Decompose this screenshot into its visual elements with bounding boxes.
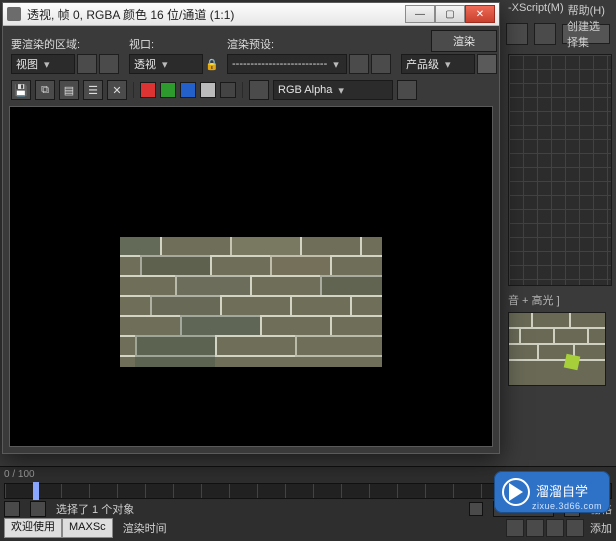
titlebar[interactable]: 透视, 帧 0, RGBA 颜色 16 位/通道 (1:1) — ▢ ✕ (3, 3, 499, 26)
channel-dropdown[interactable]: RGB Alpha (273, 80, 393, 100)
render-setup-btn[interactable] (477, 54, 497, 74)
render-time-label: 渲染时间 (123, 520, 167, 536)
clone-btn[interactable]: ▤ (59, 80, 79, 100)
status-toggle-1[interactable] (4, 501, 20, 517)
playback-btn-4[interactable] (566, 519, 584, 537)
playback-btn-3[interactable] (546, 519, 564, 537)
channel-alpha[interactable] (200, 82, 216, 98)
area-region-btn[interactable] (77, 54, 97, 74)
print-btn[interactable]: ☰ (83, 80, 103, 100)
material-slot-label: 音 + 高光 ] (508, 292, 612, 308)
status-selection: 选择了 1 个对象 (56, 501, 134, 517)
timeline-range: 0 / 100 (4, 469, 35, 480)
close-button[interactable]: ✕ (465, 5, 495, 23)
minimize-button[interactable]: — (405, 5, 435, 23)
preset-label: 渲染预设: (227, 36, 391, 52)
watermark-url: zixue.3d66.com (532, 501, 602, 511)
playback-btn-1[interactable] (506, 519, 524, 537)
zoom-btn[interactable] (397, 80, 417, 100)
right-grid-panel (508, 54, 612, 286)
watermark-brand: 溜溜自学 (536, 485, 588, 499)
toolbar-sep-2 (242, 82, 243, 98)
channel-mono[interactable] (220, 82, 236, 98)
viewport-dropdown[interactable]: 透视 (129, 54, 203, 74)
render-frame-window: 透视, 帧 0, RGBA 颜色 16 位/通道 (1:1) — ▢ ✕ 要渲染… (2, 2, 500, 454)
app-icon (7, 7, 21, 21)
status-toggle-2[interactable] (30, 501, 46, 517)
area-label: 要渲染的区域: (11, 36, 119, 52)
preset-save-btn[interactable] (349, 54, 369, 74)
clear-btn[interactable]: ✕ (107, 80, 127, 100)
add-label: 添加 (590, 520, 612, 536)
watermark-badge: 溜溜自学 zixue.3d66.com (494, 471, 610, 513)
copy-image-btn[interactable]: ⧉ (35, 80, 55, 100)
tab-welcome[interactable]: 欢迎使用 (4, 518, 62, 538)
area-crop-btn[interactable] (99, 54, 119, 74)
render-viewport[interactable] (9, 106, 493, 447)
timeline-cursor[interactable] (33, 482, 39, 500)
production-dropdown[interactable]: 产品级 (401, 54, 475, 74)
channel-blue[interactable] (180, 82, 196, 98)
toggle-overlay-btn[interactable] (249, 80, 269, 100)
lock-icon[interactable] (469, 502, 483, 516)
play-icon (509, 483, 523, 501)
gizmo-icon (564, 354, 581, 371)
selection-set-field[interactable]: 创建选择集 (562, 24, 610, 44)
viewport-label: 视口: (129, 36, 217, 52)
toolbar-sep-1 (133, 82, 134, 98)
preset-extra-btn[interactable] (371, 54, 391, 74)
area-dropdown[interactable]: 视图 (11, 54, 75, 74)
host-tool-btn-1[interactable] (506, 23, 528, 45)
save-image-btn[interactable]: 💾 (11, 80, 31, 100)
rendered-image (120, 237, 382, 367)
maximize-button[interactable]: ▢ (435, 5, 465, 23)
channel-green[interactable] (160, 82, 176, 98)
preset-dropdown[interactable]: -------------------------- (227, 54, 347, 74)
tab-maxscript[interactable]: MAXSc (62, 518, 113, 538)
render-button[interactable]: 渲染 (431, 30, 497, 52)
host-tool-btn-2[interactable] (534, 23, 556, 45)
playback-btn-2[interactable] (526, 519, 544, 537)
channel-red[interactable] (140, 82, 156, 98)
menu-maxscript[interactable]: -XScript(M) (508, 2, 564, 18)
menu-help[interactable]: 帮助(H) (568, 2, 605, 18)
material-thumbnail[interactable] (508, 312, 606, 386)
window-title: 透视, 帧 0, RGBA 颜色 16 位/通道 (1:1) (27, 6, 405, 23)
viewport-lock-icon[interactable]: 🔒 (205, 58, 217, 71)
